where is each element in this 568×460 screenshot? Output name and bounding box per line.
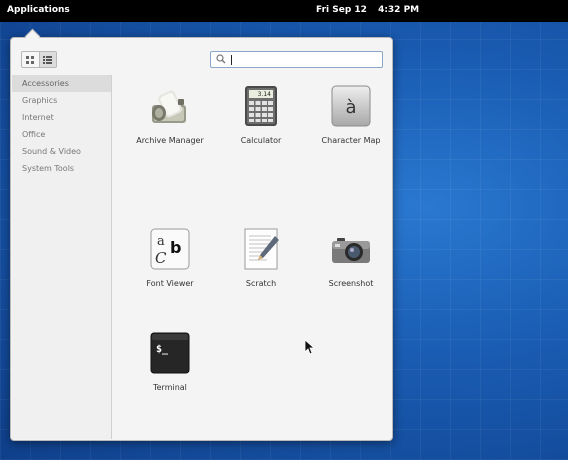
category-office[interactable]: Office — [12, 126, 111, 143]
app-archive-manager[interactable]: Archive Manager — [123, 85, 217, 145]
app-screenshot[interactable]: Screenshot — [304, 228, 398, 288]
clock-indicator[interactable]: Fri Sep 12 4:32 PM — [316, 5, 419, 15]
category-view-icon — [43, 55, 53, 64]
category-internet[interactable]: Internet — [12, 109, 111, 126]
category-graphics[interactable]: Graphics — [12, 92, 111, 109]
category-sidebar: Accessories Graphics Internet Office Sou… — [12, 75, 112, 439]
search-field[interactable] — [210, 51, 383, 68]
view-mode-switch[interactable] — [21, 51, 57, 68]
font-viewer-glyph-c: C — [155, 249, 167, 267]
search-input[interactable] — [229, 53, 379, 65]
text-caret — [231, 55, 232, 65]
app-label: Character Map — [321, 136, 381, 145]
app-label: Terminal — [153, 383, 187, 392]
app-terminal[interactable]: $_ Terminal — [123, 332, 217, 392]
scratch-icon — [241, 228, 281, 270]
app-label: Scratch — [245, 279, 277, 288]
app-scratch[interactable]: Scratch — [214, 228, 308, 288]
app-character-map[interactable]: à Character Map — [304, 85, 398, 145]
clock-date: Fri Sep 12 — [316, 5, 367, 15]
archive-manager-icon — [150, 85, 190, 127]
applications-menu-button[interactable]: Applications — [7, 5, 70, 15]
mouse-cursor-icon — [305, 340, 315, 355]
grid-view-icon — [25, 55, 34, 64]
terminal-prompt: $_ — [156, 344, 169, 355]
font-viewer-glyph-a: a — [157, 234, 165, 249]
category-system-tools[interactable]: System Tools — [12, 160, 111, 177]
character-map-icon: à — [331, 85, 371, 127]
category-sound-video[interactable]: Sound & Video — [12, 143, 111, 160]
category-view-button[interactable] — [38, 52, 56, 67]
app-label: Font Viewer — [146, 279, 194, 288]
app-grid: Archive Manager 3.14 Calculator à Charac… — [111, 75, 391, 439]
font-viewer-glyph-b: b — [170, 238, 181, 257]
app-label: Calculator — [240, 136, 282, 145]
app-calculator[interactable]: 3.14 Calculator — [214, 85, 308, 145]
app-font-viewer[interactable]: a b C Font Viewer — [123, 228, 217, 288]
search-icon — [216, 54, 226, 64]
applications-menu-popover: Accessories Graphics Internet Office Sou… — [10, 37, 393, 441]
app-label: Archive Manager — [136, 136, 204, 145]
terminal-icon: $_ — [150, 332, 190, 374]
screenshot-icon — [331, 228, 371, 270]
clock-time: 4:32 PM — [378, 5, 420, 15]
calculator-icon: 3.14 — [241, 85, 281, 127]
grid-view-button[interactable] — [22, 52, 39, 67]
character-map-glyph: à — [345, 97, 356, 118]
font-viewer-icon: a b C — [150, 228, 190, 270]
calculator-display: 3.14 — [258, 91, 272, 98]
app-label: Screenshot — [328, 279, 374, 288]
top-panel: Applications Fri Sep 12 4:32 PM — [0, 0, 568, 22]
category-accessories[interactable]: Accessories — [12, 75, 111, 92]
